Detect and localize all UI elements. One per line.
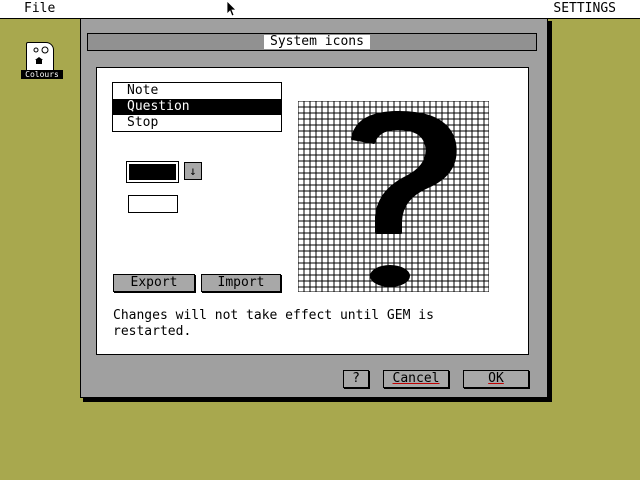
color-swatch[interactable]: [126, 161, 179, 183]
colours-icon: [26, 42, 54, 72]
dialog-content-panel: Note Question Stop ↓ Export Import Chang…: [96, 67, 529, 355]
system-icons-dialog: System icons Note Question Stop ↓ Export…: [80, 18, 548, 398]
export-button[interactable]: Export: [113, 274, 195, 292]
list-item-question[interactable]: Question: [113, 99, 281, 115]
desktop-icon-colours[interactable]: Colours: [21, 42, 63, 80]
list-item-note[interactable]: Note: [113, 83, 281, 99]
list-item-stop[interactable]: Stop: [113, 115, 281, 131]
restart-notice: Changes will not take effect until GEM i…: [113, 308, 513, 340]
question-mark-icon: [297, 100, 490, 293]
color-swatch-fill: [129, 164, 176, 180]
dialog-title: System icons: [264, 35, 370, 49]
icon-preview-grid[interactable]: [297, 100, 490, 296]
icon-type-list[interactable]: Note Question Stop: [112, 82, 282, 132]
arrow-down-icon[interactable]: ↓: [184, 162, 202, 180]
menu-file[interactable]: File: [24, 1, 55, 16]
menu-bar: File SETTINGS: [0, 0, 640, 19]
dialog-titlebar[interactable]: System icons: [87, 33, 537, 51]
restart-notice-line-2: restarted.: [113, 324, 192, 339]
mouse-pointer-icon: [226, 0, 237, 17]
desktop-icon-label: Colours: [21, 70, 63, 79]
menu-settings[interactable]: SETTINGS: [553, 1, 616, 16]
cancel-button[interactable]: Cancel: [383, 370, 449, 388]
icon-text-field[interactable]: [128, 195, 178, 213]
import-button[interactable]: Import: [201, 274, 281, 292]
help-button[interactable]: ?: [343, 370, 369, 388]
restart-notice-line-1: Changes will not take effect until GEM i…: [113, 308, 434, 323]
ok-button[interactable]: OK: [463, 370, 529, 388]
